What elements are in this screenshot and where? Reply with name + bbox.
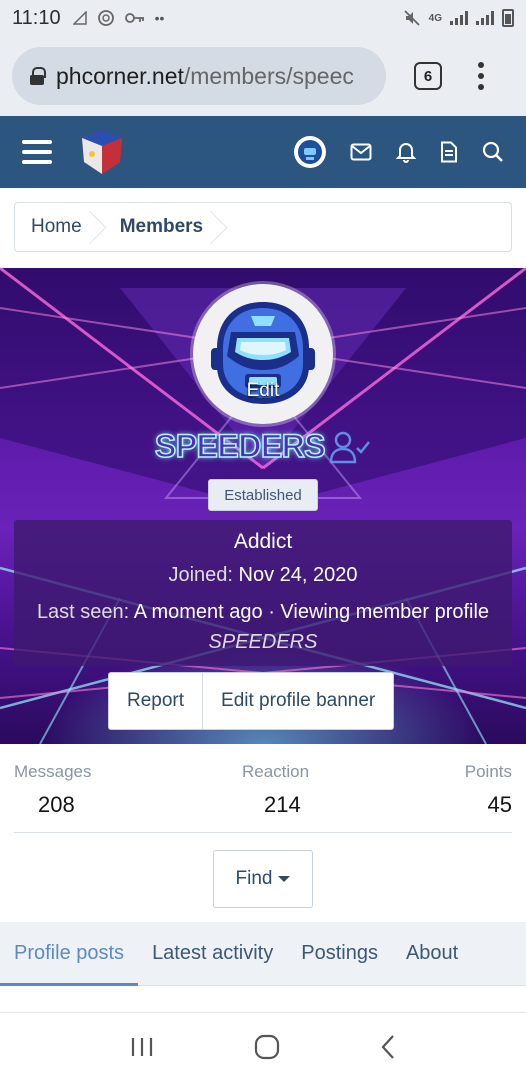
site-logo[interactable] <box>78 128 126 176</box>
edit-profile-banner-button[interactable]: Edit profile banner <box>202 673 393 729</box>
tab-latest-activity[interactable]: Latest activity <box>138 922 287 985</box>
username-row: SPEEDERS <box>0 427 526 465</box>
lock-icon[interactable] <box>30 67 46 85</box>
vpn-key-icon <box>124 13 144 23</box>
profile-tabs: Profile posts Latest activity Postings A… <box>0 922 526 986</box>
search-icon[interactable] <box>482 141 504 163</box>
joined-row: Joined: Nov 24, 2020 <box>14 564 512 587</box>
user-status-badge: Established <box>208 479 318 511</box>
stat-reaction[interactable]: Reaction 214 <box>242 762 309 818</box>
breadcrumb-home[interactable]: Home <box>15 203 104 251</box>
network-type: 4G <box>428 12 442 24</box>
stat-messages[interactable]: Messages 208 <box>14 762 91 818</box>
breadcrumb-members[interactable]: Members <box>104 203 225 251</box>
battery-icon <box>502 9 514 27</box>
profile-avatar[interactable]: Edit <box>193 284 333 424</box>
last-seen-value: A moment ago · Viewing member profile <box>133 601 490 623</box>
android-navigation-bar <box>0 1012 526 1080</box>
profile-info-box: Addict Joined: Nov 24, 2020 Last seen: A… <box>14 520 512 666</box>
username[interactable]: SPEEDERS <box>154 427 326 465</box>
tab-switcher-button[interactable]: 6 <box>414 62 442 90</box>
profile-stats: Messages 208 Reaction 214 Points 45 <box>0 744 526 834</box>
joined-date: Nov 24, 2020 <box>238 564 358 586</box>
profile-actions: Report Edit profile banner <box>108 672 395 730</box>
reaction-label: Reaction <box>242 762 310 781</box>
header-icons <box>294 136 504 168</box>
tab-postings[interactable]: Postings <box>287 922 392 985</box>
stat-points[interactable]: Points 45 <box>465 762 512 818</box>
browser-menu-icon[interactable] <box>478 62 484 90</box>
breadcrumb-container: Home Members <box>0 188 526 268</box>
recents-icon[interactable] <box>130 1036 154 1058</box>
user-avatar-icon[interactable] <box>294 136 326 168</box>
more-dots-icon: •• <box>154 10 165 26</box>
address-bar[interactable]: phcorner.net/members/speec <box>12 47 386 105</box>
mail-icon[interactable] <box>350 143 372 161</box>
site-header <box>0 116 526 188</box>
messages-label: Messages <box>14 762 92 781</box>
find-button[interactable]: Find <box>213 850 313 908</box>
document-icon[interactable] <box>440 141 458 163</box>
home-icon[interactable] <box>254 1034 280 1060</box>
signal-bars-icon <box>450 11 468 25</box>
messages-value: 208 <box>38 792 75 817</box>
joined-label: Joined: <box>168 564 233 586</box>
hamburger-icon[interactable] <box>22 140 52 164</box>
user-check-icon[interactable] <box>329 430 371 464</box>
data-saver-icon <box>97 10 114 26</box>
bell-icon[interactable] <box>396 141 416 163</box>
last-seen-target-link[interactable]: SPEEDERS <box>209 631 318 653</box>
tab-profile-posts[interactable]: Profile posts <box>0 922 139 986</box>
back-icon[interactable] <box>380 1034 396 1060</box>
url-text[interactable]: phcorner.net/members/speec <box>56 63 354 90</box>
user-title: Addict <box>233 530 293 553</box>
mute-icon <box>404 10 420 26</box>
last-seen-row: Last seen: A moment ago · Viewing member… <box>14 597 512 657</box>
report-button[interactable]: Report <box>109 673 202 729</box>
status-bar: 11:10 •• 4G <box>0 0 526 36</box>
divider <box>14 832 512 833</box>
signal-bars-2-icon <box>476 11 494 25</box>
breadcrumb: Home Members <box>14 202 512 252</box>
find-label: Find <box>235 868 273 889</box>
points-value: 45 <box>487 792 512 817</box>
status-notification-icons: •• <box>72 9 165 27</box>
points-label: Points <box>464 762 512 781</box>
signal-icon <box>72 11 87 25</box>
reaction-value: 214 <box>264 792 301 817</box>
caret-down-icon <box>278 876 291 882</box>
profile-banner: Edit SPEEDERS Established Addict Joined:… <box>0 268 526 744</box>
last-seen-label: Last seen: <box>36 601 130 623</box>
browser-toolbar: phcorner.net/members/speec 6 <box>0 36 526 116</box>
tab-about[interactable]: About <box>392 922 472 985</box>
avatar-edit-label[interactable]: Edit <box>193 380 333 402</box>
status-time: 11:10 <box>12 6 61 29</box>
status-right: 4G <box>403 9 514 27</box>
